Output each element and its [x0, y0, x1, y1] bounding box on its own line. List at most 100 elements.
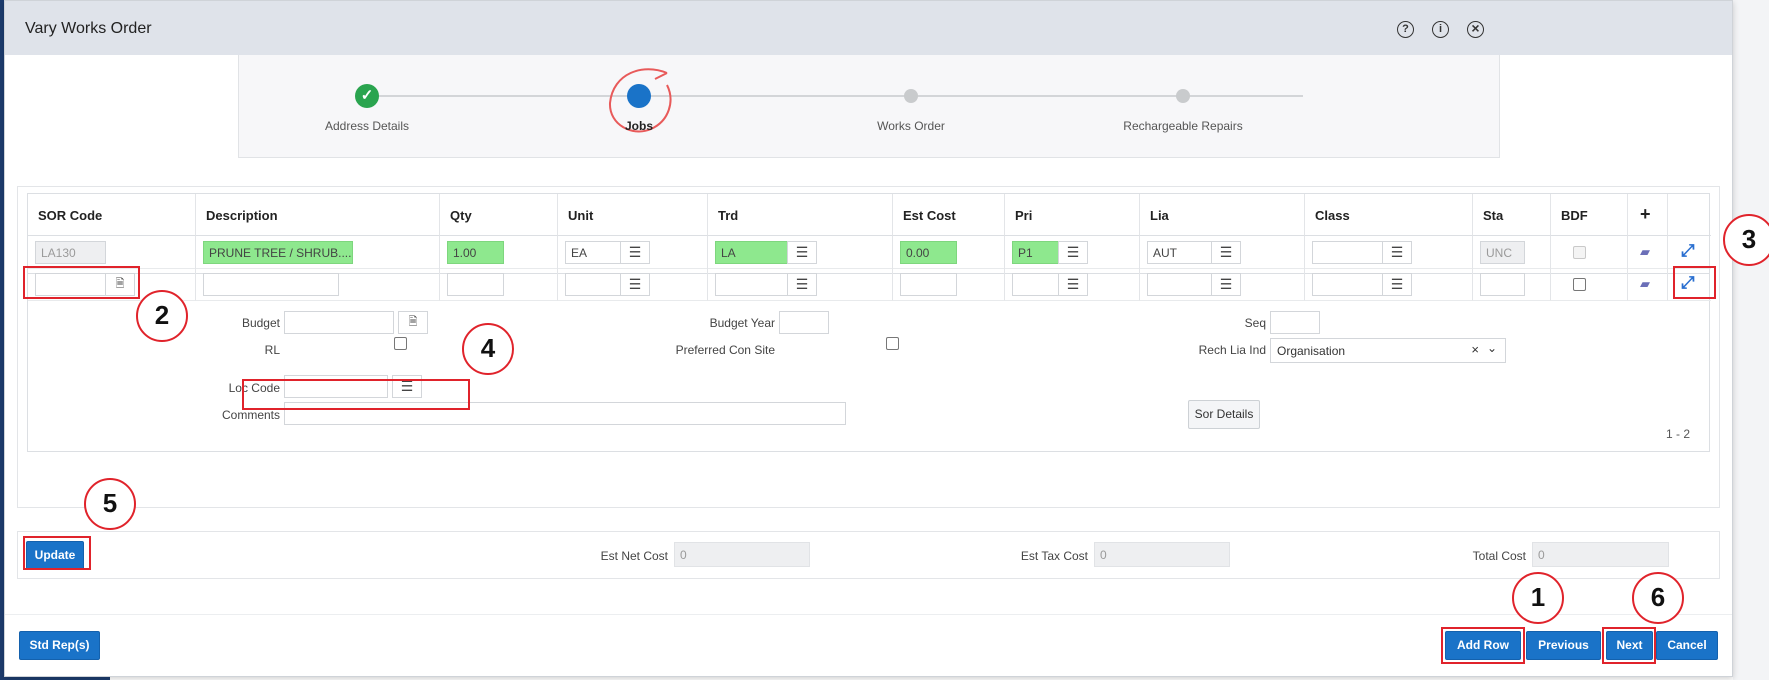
eraser-icon[interactable]: ▰ — [1640, 276, 1650, 292]
comments-input[interactable] — [284, 402, 846, 425]
add-column-plus-icon[interactable]: + — [1628, 194, 1668, 236]
row-detail-form: Budget 🗎 Budget Year Seq RL Preferred Co… — [27, 301, 1710, 452]
dialog-header: Vary Works Order ? i × — [5, 1, 1732, 55]
list-icon[interactable]: ☰ — [1211, 273, 1241, 296]
list-icon[interactable]: ☰ — [787, 273, 817, 296]
sta-input[interactable]: UNC — [1480, 241, 1525, 264]
seq-input[interactable] — [1270, 311, 1320, 334]
sor-code-input[interactable] — [35, 273, 106, 296]
table-row-2-description — [196, 268, 440, 301]
list-icon[interactable]: ☰ — [1058, 273, 1088, 296]
budget-year-input[interactable] — [779, 311, 829, 334]
est-cost-input[interactable] — [900, 273, 957, 296]
annotation-marker-4: 4 — [462, 323, 514, 375]
list-icon[interactable]: ☰ — [620, 241, 650, 264]
description-input[interactable] — [203, 273, 339, 296]
col-header-sta: Sta — [1473, 194, 1551, 236]
table-row-1-qty: 1.00 — [440, 236, 558, 269]
wizard-progress-line — [367, 95, 1303, 97]
class-input[interactable] — [1312, 241, 1383, 264]
table-row-1-expand: ⤢ — [1668, 236, 1711, 269]
list-icon[interactable]: ☰ — [392, 375, 422, 398]
table-row-1-description: PRUNE TREE / SHRUB.......(O — [196, 236, 440, 269]
std-reps-button[interactable]: Std Rep(s) — [19, 631, 100, 660]
step-label-jobs[interactable]: Jobs — [529, 119, 749, 133]
est-net-cost-value: 0 — [674, 542, 810, 567]
jobs-table: SOR Code Description Qty Unit Trd Est Co… — [27, 193, 1711, 275]
step-label-works-order[interactable]: Works Order — [801, 119, 1021, 133]
list-icon[interactable]: ☰ — [1058, 241, 1088, 264]
table-row-2-trd: ☰ — [708, 268, 893, 301]
cost-summary-panel: Update Est Net Cost 0 Est Tax Cost 0 Tot… — [17, 531, 1720, 579]
info-icon[interactable]: i — [1432, 21, 1449, 38]
pri-input[interactable] — [1012, 273, 1059, 296]
clear-icon[interactable]: × — [1471, 342, 1479, 357]
lookup-icon[interactable]: 🗎 — [398, 311, 428, 334]
table-row-2-lia: ☰ — [1140, 268, 1305, 301]
col-header-qty: Qty — [440, 194, 558, 236]
previous-button[interactable]: Previous — [1526, 631, 1601, 660]
class-input[interactable] — [1312, 273, 1383, 296]
rech-lia-ind-select[interactable]: Organisation × ⌄ — [1270, 338, 1506, 363]
cancel-button[interactable]: Cancel — [1656, 631, 1718, 660]
expand-icon[interactable]: ⤢ — [1681, 273, 1695, 293]
table-row-2-pri: ☰ — [1005, 268, 1140, 301]
loc-code-input[interactable] — [284, 375, 388, 398]
list-icon[interactable]: ☰ — [620, 273, 650, 296]
table-row-2-clear: ▰ — [1628, 268, 1668, 301]
col-header-unit: Unit — [558, 194, 708, 236]
total-cost-value: 0 — [1532, 542, 1669, 567]
est-tax-cost-value: 0 — [1094, 542, 1230, 567]
trd-input[interactable] — [715, 273, 788, 296]
table-row-1-pri: P1 ☰ — [1005, 236, 1140, 269]
list-icon[interactable]: ☰ — [787, 241, 817, 264]
lia-input[interactable]: AUT — [1147, 241, 1212, 264]
table-row-1-clear: ▰ — [1628, 236, 1668, 269]
eraser-icon[interactable]: ▰ — [1640, 244, 1650, 260]
table-row-1-sor-code: LA130 — [28, 236, 196, 269]
unit-input[interactable] — [565, 273, 621, 296]
sor-code-input[interactable]: LA130 — [35, 241, 106, 264]
seq-label: Seq — [1244, 316, 1266, 330]
qty-input[interactable]: 1.00 — [447, 241, 504, 264]
lia-input[interactable] — [1147, 273, 1212, 296]
expand-icon[interactable]: ⤢ — [1681, 241, 1695, 261]
bdf-checkbox[interactable] — [1573, 278, 1586, 291]
bdf-checkbox[interactable] — [1573, 246, 1586, 259]
next-button[interactable]: Next — [1606, 631, 1653, 660]
close-icon[interactable]: × — [1467, 21, 1484, 38]
chevron-down-icon[interactable]: ⌄ — [1487, 341, 1497, 355]
preferred-con-site-checkbox[interactable] — [886, 337, 899, 350]
list-icon[interactable]: ☰ — [1382, 241, 1412, 264]
description-input[interactable]: PRUNE TREE / SHRUB.......(O — [203, 241, 353, 264]
step-label-rechargeable-repairs[interactable]: Rechargeable Repairs — [1073, 119, 1293, 133]
help-icon[interactable]: ? — [1397, 21, 1414, 38]
qty-input[interactable] — [447, 273, 504, 296]
table-row-2-unit: ☰ — [558, 268, 708, 301]
col-header-class: Class — [1305, 194, 1473, 236]
sor-details-button[interactable]: Sor Details — [1188, 400, 1260, 429]
list-icon[interactable]: ☰ — [1382, 273, 1412, 296]
table-row-1-est-cost: 0.00 — [893, 236, 1005, 269]
sta-input[interactable] — [1480, 273, 1525, 296]
rl-checkbox[interactable] — [394, 337, 407, 350]
table-row-1-sta: UNC — [1473, 236, 1551, 269]
step-label-address-details[interactable]: Address Details — [257, 119, 477, 133]
step-done-check-icon: ✓ — [355, 84, 379, 108]
table-row-2-sta — [1473, 268, 1551, 301]
unit-input[interactable]: EA — [565, 241, 621, 264]
lookup-icon[interactable]: 🗎 — [105, 273, 135, 296]
annotation-marker-1: 1 — [1512, 572, 1564, 624]
col-header-est-cost: Est Cost — [893, 194, 1005, 236]
budget-input[interactable] — [284, 311, 394, 334]
est-cost-input[interactable]: 0.00 — [900, 241, 957, 264]
update-button[interactable]: Update — [26, 541, 84, 570]
add-row-button[interactable]: Add Row — [1445, 631, 1521, 660]
list-icon[interactable]: ☰ — [1211, 241, 1241, 264]
col-header-bdf: BDF — [1551, 194, 1628, 236]
col-header-trd: Trd — [708, 194, 893, 236]
trd-input[interactable]: LA — [715, 241, 788, 264]
table-row-1-unit: EA ☰ — [558, 236, 708, 269]
budget-label: Budget — [241, 316, 280, 330]
pri-input[interactable]: P1 — [1012, 241, 1059, 264]
